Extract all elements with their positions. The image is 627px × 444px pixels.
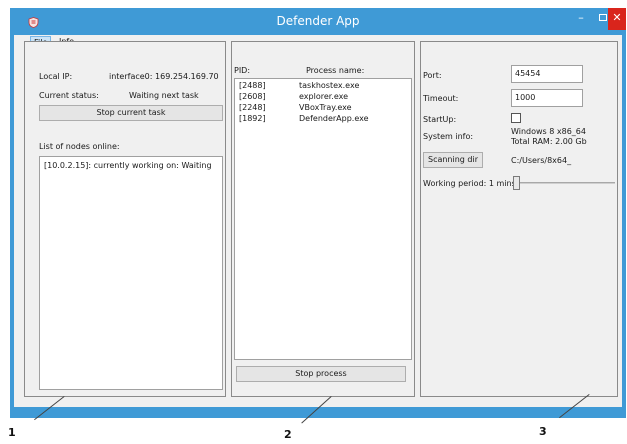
- process-pid[interactable]: [2248]: [239, 103, 266, 112]
- process-pid[interactable]: [1892]: [239, 114, 266, 123]
- process-name[interactable]: taskhostex.exe: [299, 81, 359, 90]
- window-title: Defender App: [276, 14, 360, 28]
- local-ip-label: Local IP:: [39, 72, 73, 81]
- app-window: Defender App – ✕ File Info Local IP: int…: [10, 8, 626, 418]
- sysinfo-label: System info:: [423, 132, 474, 141]
- port-label: Port:: [423, 71, 442, 80]
- status-label: Current status:: [39, 91, 99, 100]
- process-name[interactable]: DefenderApp.exe: [299, 114, 369, 123]
- period-label: Working period: 1 mins: [423, 179, 516, 188]
- period-slider-track[interactable]: [513, 182, 615, 184]
- process-listbox[interactable]: [2488] taskhostex.exe [2608] explorer.ex…: [234, 78, 412, 360]
- stop-task-button[interactable]: Stop current task: [39, 105, 223, 121]
- local-ip-value: interface0: 169.254.169.70: [109, 72, 219, 81]
- name-header: Process name:: [306, 66, 365, 75]
- network-panel: Local IP: interface0: 169.254.169.70 Cur…: [24, 41, 226, 397]
- minimize-button[interactable]: –: [570, 8, 592, 28]
- list-item[interactable]: [10.0.2.15]: currently working on: Waiti…: [44, 161, 212, 170]
- process-pid[interactable]: [2488]: [239, 81, 266, 90]
- close-button[interactable]: ✕: [608, 8, 626, 30]
- title-bar[interactable]: Defender App – ✕: [10, 8, 626, 35]
- port-input[interactable]: 45454: [511, 65, 583, 83]
- sysinfo-os: Windows 8 x86_64: [511, 127, 586, 136]
- callout-number-2: 2: [284, 428, 292, 441]
- startup-label: StartUp:: [423, 115, 457, 124]
- process-pid[interactable]: [2608]: [239, 92, 266, 101]
- settings-panel: Port: 45454 Timeout: 1000 StartUp: Syste…: [420, 41, 618, 397]
- nodes-listbox[interactable]: [10.0.2.15]: currently working on: Waiti…: [39, 156, 223, 390]
- status-value: Waiting next task: [129, 91, 199, 100]
- process-panel: PID: Process name: [2488] taskhostex.exe…: [231, 41, 415, 397]
- process-name[interactable]: explorer.exe: [299, 92, 348, 101]
- timeout-input[interactable]: 1000: [511, 89, 583, 107]
- nodes-label: List of nodes online:: [39, 142, 120, 151]
- startup-checkbox[interactable]: [511, 113, 521, 123]
- stop-process-button[interactable]: Stop process: [236, 366, 406, 382]
- scan-dir-button[interactable]: Scanning dir: [423, 152, 483, 168]
- process-name[interactable]: VBoxTray.exe: [299, 103, 352, 112]
- callout-number-3: 3: [539, 425, 547, 438]
- timeout-label: Timeout:: [423, 94, 459, 103]
- pid-header: PID:: [234, 66, 251, 75]
- maximize-icon: [599, 14, 607, 21]
- scan-path: C:/Users/8x64_: [511, 156, 572, 165]
- sysinfo-ram: Total RAM: 2.00 Gb: [511, 137, 587, 146]
- callout-number-1: 1: [8, 426, 16, 439]
- client-area: File Info Local IP: interface0: 169.254.…: [14, 35, 622, 407]
- period-slider-thumb[interactable]: [513, 176, 520, 190]
